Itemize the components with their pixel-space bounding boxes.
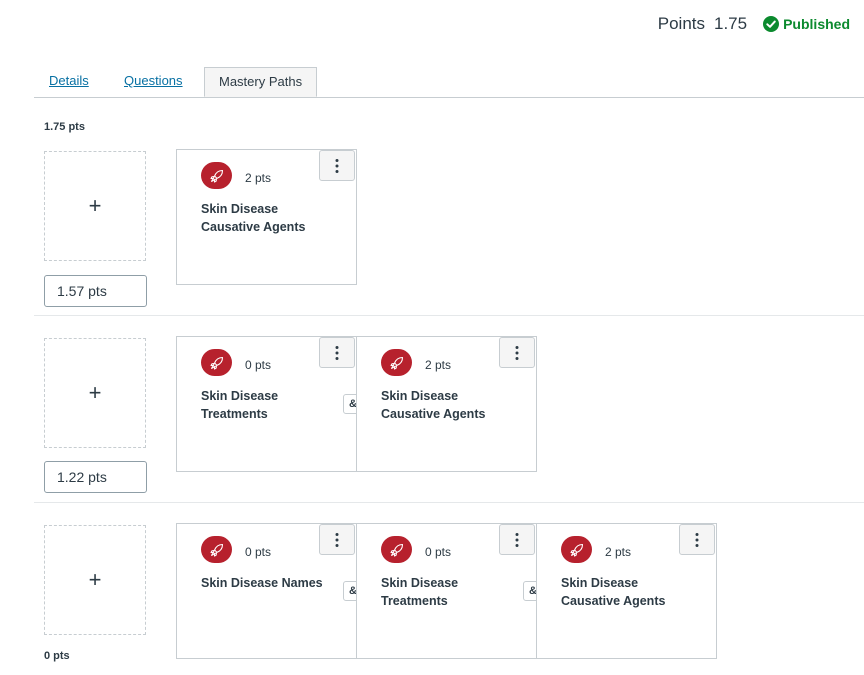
assignment-header: Points 1.75 Published (658, 14, 850, 34)
assignment-title: Skin Disease Causative Agents (381, 389, 486, 421)
tab-mastery-paths[interactable]: Mastery Paths (204, 67, 318, 97)
kebab-menu-icon (335, 158, 339, 173)
points-text: 0 pts (245, 358, 272, 372)
score-range-input[interactable]: 1.22 pts (44, 461, 147, 493)
assignment-card: 2 pts Skin Disease Causative Agents (536, 523, 717, 659)
kebab-menu-icon (515, 345, 519, 360)
published-status[interactable]: Published (763, 16, 850, 32)
assignment-title: Skin Disease Names (201, 576, 323, 590)
rocket-icon (201, 162, 232, 189)
points-text: 0 pts (245, 545, 272, 559)
assignment-card: 0 pts Skin Disease Names (176, 523, 357, 659)
add-assignment-button[interactable]: + (44, 151, 146, 261)
score-range-input[interactable]: 1.57 pts (44, 275, 147, 307)
more-options-button[interactable] (679, 524, 715, 555)
add-assignment-button[interactable]: + (44, 338, 146, 448)
tab-questions[interactable]: Questions (124, 67, 183, 97)
more-options-button[interactable] (499, 337, 535, 368)
row-divider (34, 502, 864, 503)
assignment-card: 2 pts Skin Disease Causative Agents (176, 149, 357, 285)
plus-icon: + (88, 380, 102, 405)
points-label: Points (657, 14, 705, 33)
points-text: 2 pts (425, 358, 452, 372)
tab-details[interactable]: Details (49, 67, 89, 97)
kebab-menu-icon (515, 532, 519, 547)
assignment-title: Skin Disease Treatments (381, 576, 459, 608)
assignment-title: Skin Disease Causative Agents (201, 202, 306, 234)
assignment-title: Skin Disease Treatments (201, 389, 279, 421)
plus-icon: + (88, 567, 102, 592)
more-options-button[interactable] (319, 524, 355, 555)
tab-bar: Details Questions Mastery Paths (34, 67, 864, 98)
more-options-button[interactable] (319, 150, 355, 181)
add-assignment-button[interactable]: + (44, 525, 146, 635)
assignment-card: 0 pts Skin Disease Treatments (176, 336, 357, 472)
range-max-label: 1.75 pts (44, 121, 85, 133)
more-options-button[interactable] (499, 524, 535, 555)
plus-icon: + (88, 193, 102, 218)
kebab-menu-icon (335, 345, 339, 360)
assignment-card: 2 pts Skin Disease Causative Agents (356, 336, 537, 472)
points-text: 0 pts (425, 545, 452, 559)
rocket-icon (201, 349, 232, 376)
more-options-button[interactable] (319, 337, 355, 368)
check-circle-icon (763, 16, 780, 32)
kebab-menu-icon (695, 532, 699, 547)
row-divider (34, 315, 864, 316)
rocket-icon (381, 536, 412, 563)
assignment-title: Skin Disease Causative Agents (561, 576, 666, 608)
published-label: Published (783, 16, 850, 32)
rocket-icon (201, 536, 232, 563)
rocket-icon (381, 349, 412, 376)
rocket-icon (561, 536, 592, 563)
assignment-card: 0 pts Skin Disease Treatments (356, 523, 537, 659)
points-value: 1.75 (714, 14, 748, 33)
points-text: 2 pts (605, 545, 632, 559)
points-text: 2 pts (245, 171, 272, 185)
kebab-menu-icon (335, 532, 339, 547)
range-min-label: 0 pts (44, 650, 70, 662)
